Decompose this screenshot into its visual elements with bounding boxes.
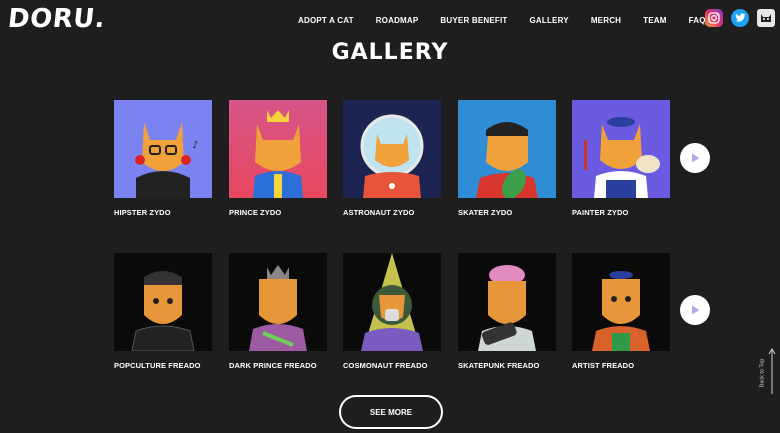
cat-artwork-image[interactable] [458, 253, 556, 351]
gallery-title: GALLERY [331, 40, 449, 65]
gallery-card[interactable]: ASTRONAUT ZYDO [343, 100, 441, 217]
card-caption: PAINTER ZYDO [572, 208, 629, 217]
cat-artwork-image[interactable] [572, 253, 670, 351]
cat-artwork-image[interactable] [572, 100, 670, 198]
cat-artwork-image[interactable] [114, 253, 212, 351]
cat-face-icon[interactable] [757, 9, 775, 27]
nav-merch[interactable]: MERCH [591, 16, 621, 25]
cat-artwork-image[interactable] [343, 253, 441, 351]
card-caption: HIPSTER ZYDO [114, 208, 171, 217]
gallery-card[interactable]: POPCULTURE FREADO [114, 253, 212, 370]
cat-artwork-image[interactable] [229, 253, 327, 351]
gallery-card[interactable]: COSMONAUT FREADO [343, 253, 441, 370]
instagram-icon[interactable] [705, 9, 723, 27]
gallery-card[interactable]: SKATER ZYDO [458, 100, 556, 217]
back-to-top-button[interactable]: Back to Top [759, 348, 776, 396]
card-caption: SKATEPUNK FREADO [458, 361, 540, 370]
cat-artwork-image[interactable] [343, 100, 441, 198]
nav-roadmap[interactable]: ROADMAP [376, 16, 419, 25]
cat-artwork-image[interactable] [229, 100, 327, 198]
nav-team[interactable]: TEAM [643, 16, 666, 25]
cat-artwork-image[interactable]: ♪ [114, 100, 212, 198]
cat-artwork-image[interactable] [458, 100, 556, 198]
card-caption: COSMONAUT FREADO [343, 361, 428, 370]
see-more-button[interactable]: SEE MORE [339, 395, 443, 429]
twitter-icon[interactable] [731, 9, 749, 27]
next-button[interactable] [680, 143, 710, 173]
card-caption: PRINCE ZYDO [229, 208, 282, 217]
card-caption: ARTIST FREADO [572, 361, 635, 370]
nav-buyer-benefit[interactable]: BUYER BENEFIT [440, 16, 507, 25]
back-to-top-label: Back to Top [759, 358, 766, 388]
play-icon [692, 153, 700, 163]
card-caption: SKATER ZYDO [458, 208, 513, 217]
main-nav: ADOPT A CAT ROADMAP BUYER BENEFIT GALLER… [298, 16, 728, 25]
gallery-card[interactable]: PAINTER ZYDO [572, 100, 670, 217]
social-links [705, 9, 775, 27]
gallery-card[interactable]: ARTIST FREADO [572, 253, 670, 370]
card-caption: DARK PRINCE FREADO [229, 361, 317, 370]
svg-text:♪: ♪ [192, 140, 198, 151]
play-icon [692, 305, 700, 315]
card-caption: POPCULTURE FREADO [114, 361, 201, 370]
gallery-card[interactable]: ♪ HIPSTER ZYDO [114, 100, 212, 217]
gallery-card[interactable]: DARK PRINCE FREADO [229, 253, 327, 370]
brand-logo[interactable]: DORU. [6, 4, 106, 34]
nav-gallery[interactable]: GALLERY [529, 16, 568, 25]
gallery-card[interactable]: PRINCE ZYDO [229, 100, 327, 217]
next-button[interactable] [680, 295, 710, 325]
nav-faq[interactable]: FAQ [689, 16, 706, 25]
card-caption: ASTRONAUT ZYDO [343, 208, 415, 217]
nav-adopt-a-cat[interactable]: ADOPT A CAT [298, 16, 354, 25]
gallery-card[interactable]: SKATEPUNK FREADO [458, 253, 556, 370]
